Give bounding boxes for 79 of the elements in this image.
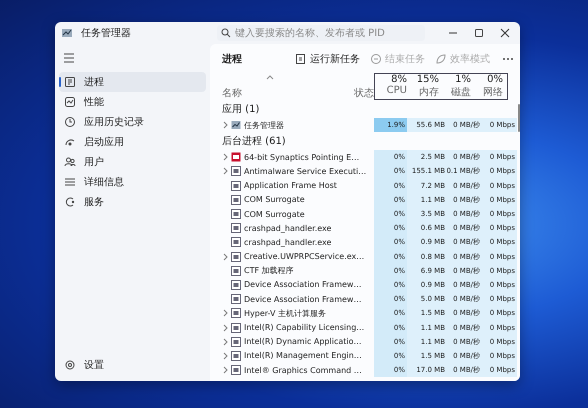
window-icon — [231, 223, 241, 234]
process-name: CTF 加载程序 — [244, 265, 294, 276]
grid-icon — [64, 76, 76, 88]
group-heading: 后台进程 (61) — [222, 134, 287, 150]
search-icon — [221, 28, 231, 38]
settings-item[interactable]: 设置 — [59, 355, 206, 375]
window-icon — [231, 180, 241, 191]
close-icon[interactable] — [500, 28, 510, 38]
window-icon — [231, 308, 241, 318]
toolbar-button[interactable]: 运行新任务 — [293, 51, 362, 67]
column-header[interactable]: 8% CPU — [377, 74, 409, 99]
chevron-icon[interactable] — [222, 324, 228, 332]
window-icon — [231, 365, 241, 376]
process-name: crashpad_handler.exe — [244, 238, 332, 247]
chevron-icon[interactable] — [222, 252, 228, 261]
chevron-icon[interactable] — [222, 352, 228, 360]
chart-icon — [231, 120, 241, 130]
sidebar-item[interactable]: 启动应用 — [59, 132, 206, 152]
column-header[interactable]: 1% 磁盘 — [441, 74, 473, 99]
window-icon — [231, 237, 241, 248]
menu-icon[interactable] — [63, 52, 75, 64]
circle-icon — [370, 53, 382, 65]
app-icon — [61, 27, 73, 39]
maximize-icon[interactable] — [474, 28, 484, 38]
chart-icon — [64, 96, 76, 108]
clock-icon — [64, 116, 76, 128]
process-name: COM Surrogate — [244, 195, 305, 204]
process-name: Antimalware Service Executi… — [244, 166, 366, 176]
program-icon — [231, 152, 241, 162]
window-icon — [231, 252, 241, 262]
sort-caret-icon — [266, 75, 274, 80]
chevron-icon[interactable] — [222, 167, 228, 176]
window-icon — [231, 350, 241, 361]
chevron-icon[interactable] — [222, 121, 228, 130]
window-icon — [231, 322, 241, 333]
column-header[interactable]: 0% 网络 — [473, 74, 505, 99]
process-name: Creative.UWPRPCService.ex… — [244, 252, 364, 262]
chevron-icon[interactable] — [222, 366, 228, 374]
sidebar-item[interactable]: 服务 — [59, 192, 206, 212]
window-icon — [231, 209, 241, 220]
column-header[interactable]: 状态 — [354, 86, 374, 100]
window-icon — [231, 336, 241, 347]
sidebar-item[interactable]: 进程 — [59, 72, 206, 92]
page-title: 进程 — [222, 52, 242, 66]
process-name: Intel(R) Dynamic Applicatio… — [244, 337, 362, 346]
process-name: Intel(R) Management Engin… — [244, 351, 362, 360]
sidebar-item[interactable]: 详细信息 — [59, 172, 206, 192]
process-name: Device Association Framew… — [244, 294, 362, 304]
group-heading: 应用 (1) — [222, 102, 260, 117]
search-field[interactable]: 键入要搜索的名称、发布者或 PID — [217, 25, 425, 41]
process-name: crashpad_handler.exe — [244, 224, 332, 233]
window-icon — [231, 194, 241, 205]
sidebar-item[interactable]: 性能 — [59, 92, 206, 112]
process-name: 64-bit Synaptics Pointing E… — [244, 152, 360, 162]
process-name: 任务管理器 — [244, 120, 284, 131]
chevron-icon[interactable] — [222, 309, 228, 318]
list-icon — [64, 176, 76, 188]
sidebar-item[interactable]: 用户 — [59, 152, 206, 172]
process-name: Hyper-V 主机计算服务 — [244, 308, 326, 319]
leaf-icon — [435, 53, 447, 65]
window-icon — [231, 166, 241, 176]
window-icon — [231, 294, 241, 304]
chevron-icon[interactable] — [222, 338, 228, 346]
window-icon — [231, 266, 241, 276]
chevron-icon[interactable] — [222, 153, 228, 162]
process-name: Application Frame Host — [244, 181, 337, 190]
scrollbar-thumb[interactable] — [518, 104, 520, 132]
process-name: COM Surrogate — [244, 210, 305, 219]
column-header[interactable]: 名称 — [222, 86, 242, 100]
process-name: Device Association Framew… — [244, 280, 362, 290]
process-name: Intel(R) Capability Licensing… — [244, 323, 364, 332]
column-header[interactable]: 15% 内存 — [409, 74, 441, 99]
process-name: Intel® Graphics Command … — [244, 366, 362, 375]
settings-icon — [64, 359, 76, 371]
people-icon — [64, 156, 76, 168]
window-icon — [231, 280, 241, 290]
window-title: 任务管理器 — [81, 27, 132, 40]
sidebar-item[interactable]: 应用历史记录 — [59, 112, 206, 132]
document-icon — [295, 53, 307, 65]
